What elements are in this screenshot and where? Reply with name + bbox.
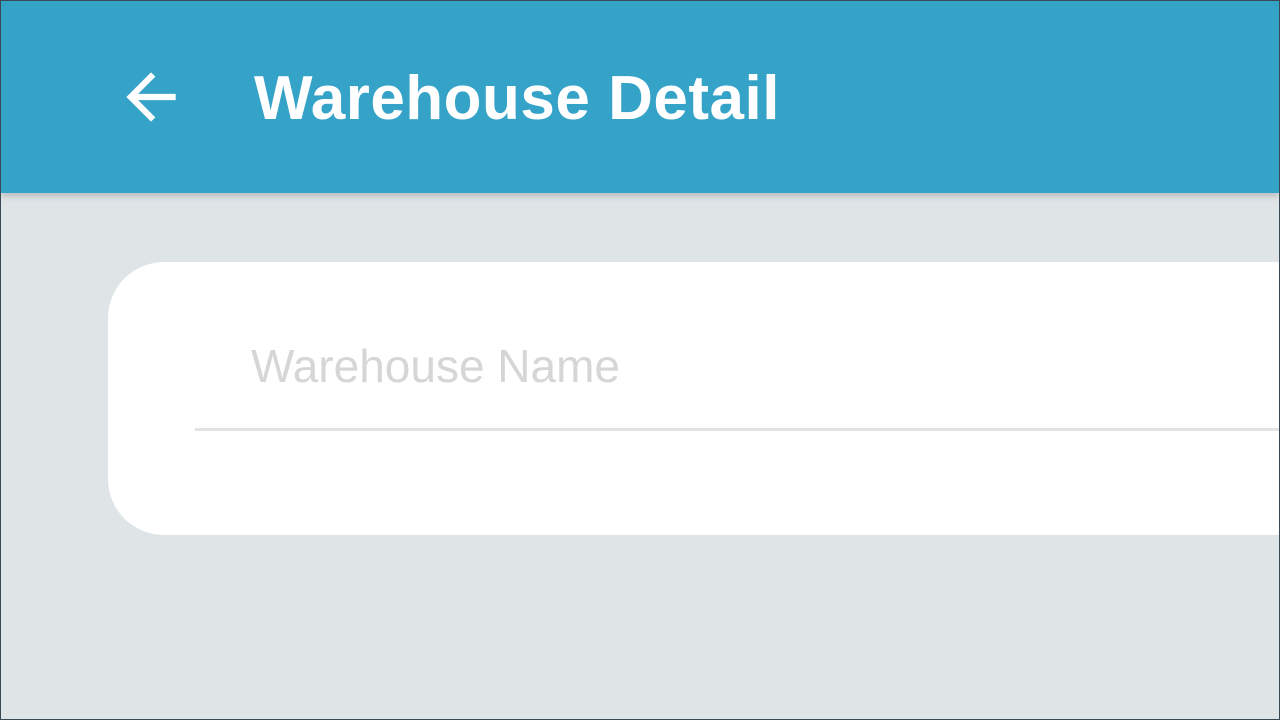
app-bar: Warehouse Detail (1, 1, 1279, 193)
back-button[interactable] (105, 51, 197, 143)
app-screen: Warehouse Detail (0, 0, 1280, 720)
input-underline (195, 428, 1279, 431)
arrow-left-icon (114, 60, 188, 134)
warehouse-name-field (195, 302, 1279, 432)
warehouse-form-card (108, 262, 1279, 535)
warehouse-name-input[interactable] (195, 302, 1279, 430)
page-title: Warehouse Detail (254, 64, 780, 133)
